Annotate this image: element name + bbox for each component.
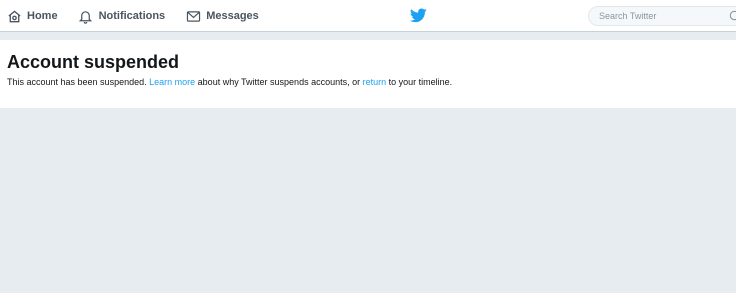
- learn-more-link[interactable]: Learn more: [149, 77, 195, 87]
- primary-nav: Home Notifications Messages: [6, 0, 279, 32]
- message-text-3: to your timeline.: [388, 77, 453, 87]
- twitter-bird-icon[interactable]: [410, 8, 427, 23]
- nav-messages-label: Messages: [206, 10, 259, 22]
- nav-home-label: Home: [27, 10, 58, 22]
- suspended-notice: Account suspended This account has been …: [0, 40, 736, 108]
- search-box: [588, 6, 736, 26]
- top-navigation-bar: Home Notifications Messages: [0, 0, 736, 32]
- nav-item-notifications[interactable]: Notifications: [78, 0, 166, 32]
- suspended-message: This account has been suspended. Learn m…: [7, 77, 452, 87]
- nav-item-home[interactable]: Home: [6, 0, 58, 32]
- envelope-icon: [185, 8, 201, 24]
- nav-notifications-label: Notifications: [98, 10, 166, 22]
- home-icon: [6, 8, 22, 24]
- page-title: Account suspended: [7, 52, 180, 72]
- message-text-2: about why Twitter suspends accounts, or: [197, 77, 361, 87]
- return-link[interactable]: return: [363, 77, 387, 87]
- bell-icon: [78, 8, 94, 24]
- nav-item-messages[interactable]: Messages: [185, 0, 259, 32]
- search-input[interactable]: [599, 9, 719, 23]
- search-icon[interactable]: [729, 10, 736, 22]
- message-text-1: This account has been suspended.: [7, 77, 147, 87]
